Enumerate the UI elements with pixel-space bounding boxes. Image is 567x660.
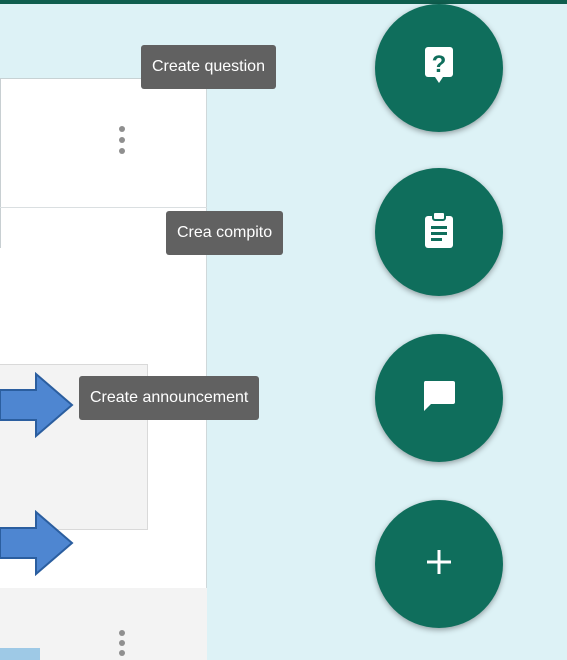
create-question-button[interactable]: ? <box>375 4 503 132</box>
post-card-border <box>0 78 1 248</box>
plus-icon <box>425 548 453 581</box>
next-post-more-options-button[interactable] <box>117 630 127 656</box>
create-assignment-tooltip: Crea compito <box>166 211 284 255</box>
create-question-tooltip: Create question <box>141 45 276 89</box>
blue-arrow-icon <box>0 372 74 438</box>
svg-text:?: ? <box>432 51 447 78</box>
question-mark-icon: ? <box>424 46 454 91</box>
clipboard-icon <box>424 210 454 254</box>
chat-bubble-icon <box>422 379 456 418</box>
stream-divider <box>206 4 207 660</box>
create-assignment-button[interactable] <box>375 168 503 296</box>
blue-arrow-icon <box>0 510 74 576</box>
post-accent <box>0 648 40 660</box>
post-card-divider <box>0 207 207 208</box>
create-announcement-tooltip: Create announcement <box>79 376 260 420</box>
post-more-options-button[interactable] <box>117 126 127 154</box>
create-fab-button[interactable] <box>375 500 503 628</box>
create-announcement-button[interactable] <box>375 334 503 462</box>
